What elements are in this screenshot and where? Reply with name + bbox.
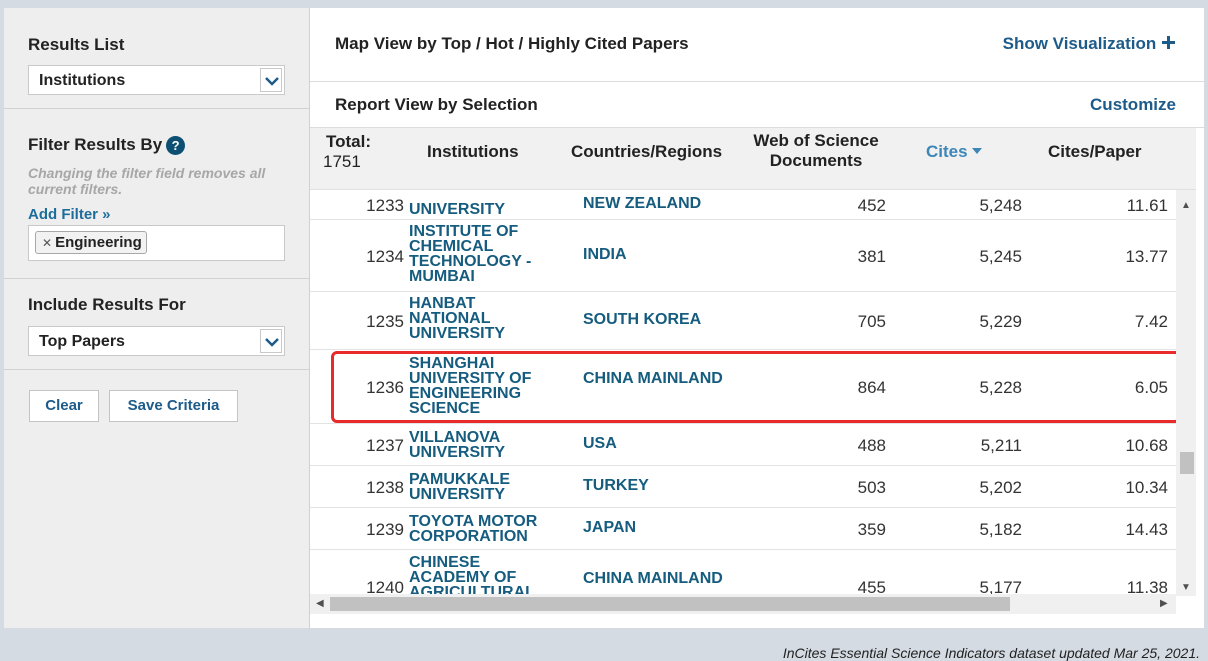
column-countries[interactable]: Countries/Regions [571,142,722,162]
row-country[interactable]: NEW ZEALAND [583,196,723,212]
row-cites: 5,177 [979,578,1022,594]
vertical-scroll-thumb[interactable] [1180,452,1194,474]
chevron-down-icon[interactable] [260,68,282,92]
results-list-section: Results List Institutions [4,8,309,109]
row-documents: 488 [857,436,886,455]
scroll-right-icon[interactable]: ▶ [1160,598,1168,609]
vertical-scrollbar[interactable]: ▲ ▼ [1176,190,1196,596]
table-row[interactable]: 1235 HANBAT NATIONAL UNIVERSITY SOUTH KO… [310,292,1176,350]
results-list-title: Results List [28,35,125,54]
row-rank: 1234 [366,247,404,266]
map-view-header: Map View by Top / Hot / Highly Cited Pap… [310,8,1204,82]
row-institution[interactable]: CHINESE ACADEMY OF AGRICULTURAL [409,555,559,595]
row-rank: 1235 [366,312,404,331]
row-institution[interactable]: VILLANOVA UNIVERSITY [409,430,559,461]
row-country[interactable]: CHINA MAINLAND [583,571,723,587]
row-institution[interactable]: TOYOTA MOTOR CORPORATION [409,514,559,545]
main-panel: Map View by Top / Hot / Highly Cited Pap… [310,8,1204,628]
results-list-select[interactable]: Institutions [28,65,285,95]
scroll-left-icon[interactable]: ◀ [316,598,324,609]
horizontal-scroll-thumb[interactable] [330,597,1010,611]
filter-chip-label: Engineering [55,234,142,252]
horizontal-scrollbar[interactable]: ◀ ▶ [310,594,1176,614]
row-documents: 705 [857,312,886,331]
filter-note: Changing the filter field removes all cu… [28,165,266,198]
row-documents: 455 [857,578,886,594]
show-visualization-link[interactable]: Show Visualization [1003,34,1176,54]
row-institution[interactable]: HANBAT NATIONAL UNIVERSITY [409,296,559,342]
row-institution[interactable]: UNIVERSITY [409,202,559,218]
plus-icon [1162,36,1175,49]
row-cites: 5,182 [979,520,1022,539]
row-cites-per-paper: 11.61 [1126,196,1168,215]
column-institutions[interactable]: Institutions [427,142,519,162]
sidebar: Results List Institutions Filter Results… [4,8,310,628]
row-country[interactable]: INDIA [583,247,723,263]
scroll-up-icon[interactable]: ▲ [1181,200,1191,211]
row-cites-per-paper: 14.43 [1125,520,1168,539]
table-row[interactable]: 1234 INSTITUTE OF CHEMICAL TECHNOLOGY - … [310,220,1176,292]
total-value: 1751 [323,152,361,171]
report-view-title: Report View by Selection [335,95,538,114]
map-view-title: Map View by Top / Hot / Highly Cited Pap… [335,34,689,53]
row-cites: 5,245 [979,247,1022,266]
filter-chip: ✕ Engineering [35,231,147,255]
row-country[interactable]: JAPAN [583,520,723,536]
report-view-header: Report View by Selection Customize [310,82,1204,128]
scroll-down-icon[interactable]: ▼ [1181,582,1191,593]
table-row[interactable]: 1238 PAMUKKALE UNIVERSITY TURKEY 503 5,2… [310,466,1176,508]
table-row[interactable]: 1240 CHINESE ACADEMY OF AGRICULTURAL CHI… [310,550,1176,595]
chevron-down-icon[interactable] [260,329,282,353]
column-cites-per-paper[interactable]: Cites/Paper [1048,142,1142,162]
customize-link[interactable]: Customize [1090,95,1176,115]
row-cites-per-paper: 10.34 [1125,478,1168,497]
row-cites: 5,211 [980,436,1022,455]
include-title: Include Results For [28,295,186,314]
row-rank: 1237 [366,436,404,455]
save-criteria-button[interactable]: Save Criteria [109,390,238,422]
row-documents: 503 [857,478,886,497]
column-cites[interactable]: Cites [926,142,983,162]
row-rank: 1233 [366,196,404,215]
row-cites: 5,202 [979,478,1022,497]
row-documents: 381 [857,247,886,266]
row-rank: 1239 [366,520,404,539]
include-select[interactable]: Top Papers [28,326,285,356]
row-country[interactable]: TURKEY [583,478,723,494]
filter-title: Filter Results By? [28,135,285,156]
row-cites-per-paper: 10.68 [1125,436,1168,455]
row-country[interactable]: USA [583,436,723,452]
row-cites: 5,248 [979,196,1022,215]
total-label: Total: [326,132,372,151]
remove-chip-icon[interactable]: ✕ [42,236,52,250]
sort-desc-icon [972,148,983,154]
row-institution[interactable]: INSTITUTE OF CHEMICAL TECHNOLOGY - MUMBA… [409,224,559,285]
help-icon[interactable]: ? [166,136,186,156]
table-row[interactable]: 1233 UNIVERSITY NEW ZEALAND 452 5,248 11… [310,194,1176,220]
add-filter-link[interactable]: Add Filter » [28,206,285,223]
highlight-box [331,351,1181,423]
table-row[interactable]: 1237 VILLANOVA UNIVERSITY USA 488 5,211 … [310,424,1176,466]
results-list-value: Institutions [39,72,126,89]
table-header: Total: 1751 Institutions Countries/Regio… [310,128,1196,190]
dataset-update-note: InCites Essential Science Indicators dat… [782,645,1200,661]
row-cites-per-paper: 13.77 [1125,247,1168,266]
row-cites-per-paper: 11.38 [1126,578,1168,594]
row-country[interactable]: SOUTH KOREA [583,312,723,328]
clear-button[interactable]: Clear [29,390,99,422]
row-institution[interactable]: PAMUKKALE UNIVERSITY [409,472,559,503]
row-documents: 452 [857,196,886,215]
row-rank: 1240 [366,578,404,594]
include-value: Top Papers [39,333,125,350]
column-documents[interactable]: Web of Science Documents [746,131,886,171]
include-section: Include Results For Top Papers [4,279,309,370]
row-rank: 1238 [366,478,404,497]
filter-input[interactable]: ✕ Engineering [28,225,285,262]
row-documents: 359 [857,520,886,539]
row-cites: 5,229 [979,312,1022,331]
filter-section: Filter Results By? Changing the filter f… [4,109,309,279]
table-row[interactable]: 1239 TOYOTA MOTOR CORPORATION JAPAN 359 … [310,508,1176,550]
row-cites-per-paper: 7.42 [1134,312,1168,331]
